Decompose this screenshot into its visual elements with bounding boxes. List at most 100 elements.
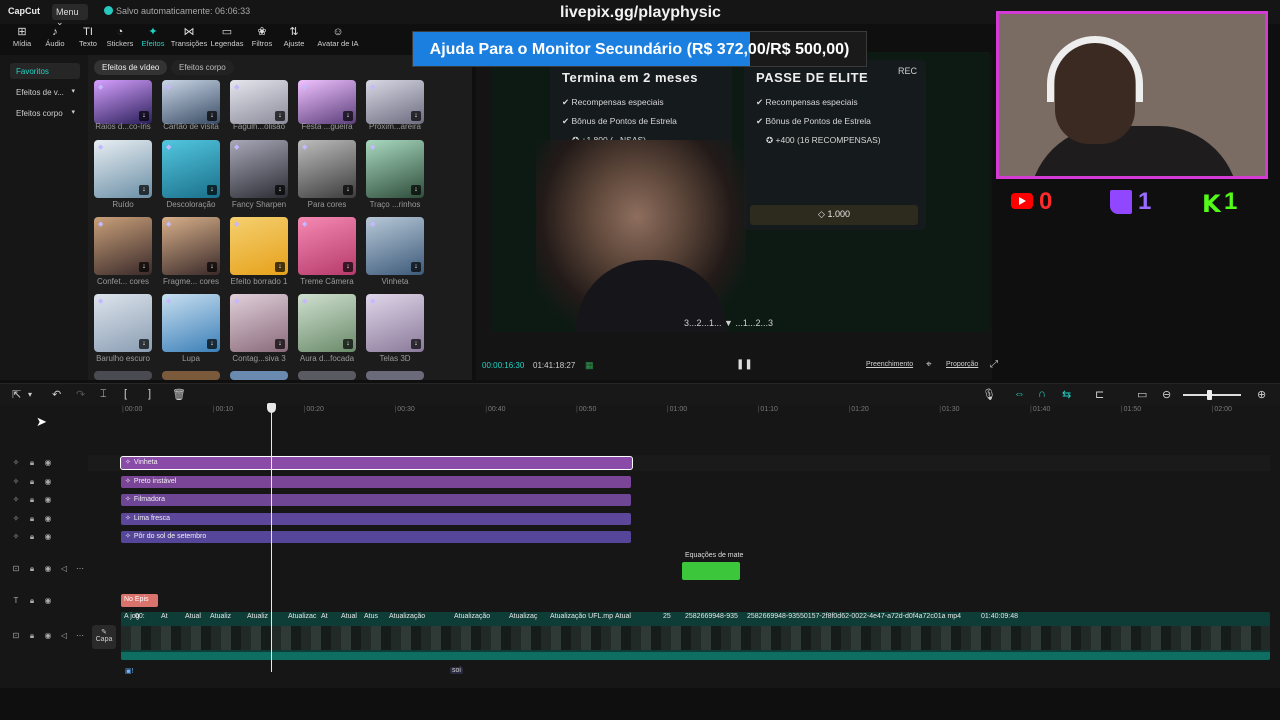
redo-icon[interactable]: ↷: [76, 388, 85, 401]
toolbar-transitions-button[interactable]: ⋈ Transições: [169, 26, 209, 48]
toolbar-captions-button[interactable]: ▭ Legendas: [207, 26, 247, 48]
download-icon[interactable]: ↓: [207, 185, 217, 195]
effect-thumbnail[interactable]: [162, 371, 220, 380]
toolbar-ai-avatar-button[interactable]: ☺ Avatar de IA: [313, 26, 363, 48]
effect-thumbnail[interactable]: ◆ ↓: [298, 217, 356, 275]
download-icon[interactable]: ↓: [207, 262, 217, 272]
download-icon[interactable]: ↓: [139, 185, 149, 195]
download-icon[interactable]: ↓: [275, 339, 285, 349]
effect-thumbnail[interactable]: ◆ ↓: [298, 294, 356, 352]
effect-thumbnail[interactable]: ◆ ↓: [366, 294, 424, 352]
effect-thumbnail[interactable]: ◆ ↓: [94, 140, 152, 198]
effect-thumbnail[interactable]: ◆ ↓: [162, 80, 220, 124]
eye-icon[interactable]: ◉: [40, 564, 56, 573]
eye-icon[interactable]: ◉: [40, 532, 56, 541]
speaker-icon[interactable]: ◁: [56, 631, 72, 640]
download-icon[interactable]: ↓: [275, 111, 285, 121]
toolbar-effects-button[interactable]: ✦ Efeitos: [133, 26, 173, 48]
download-icon[interactable]: ↓: [343, 111, 353, 121]
lock-icon[interactable]: 🔒︎: [24, 596, 40, 606]
effect-thumbnail[interactable]: [366, 371, 424, 380]
download-icon[interactable]: ↓: [343, 262, 353, 272]
aspect-ratio-button[interactable]: Proporção: [946, 361, 978, 368]
zoom-slider[interactable]: [1183, 394, 1241, 396]
cover-button[interactable]: ✎ Capa: [92, 625, 116, 649]
effect-clip[interactable]: ✧ Preto instável: [121, 476, 631, 488]
zoom-slider-knob[interactable]: [1207, 390, 1212, 400]
effect-thumbnail[interactable]: [230, 371, 288, 380]
magnet-icon[interactable]: ∩: [1038, 388, 1046, 400]
lock-icon[interactable]: 🔒︎: [24, 564, 40, 574]
sidebar-item-favorites[interactable]: Favoritos: [10, 63, 80, 79]
effect-thumbnail[interactable]: ◆ ↓: [366, 217, 424, 275]
download-icon[interactable]: ↓: [411, 111, 421, 121]
video-preview[interactable]: Termina em 2 meses ✔ Recompensas especia…: [492, 52, 990, 332]
playhead[interactable]: [271, 404, 272, 672]
download-icon[interactable]: ↓: [411, 339, 421, 349]
snap-icon[interactable]: ⇆: [1062, 388, 1071, 401]
effect-thumbnail[interactable]: [94, 371, 152, 380]
download-icon[interactable]: ↓: [275, 185, 285, 195]
zoom-in-icon[interactable]: ⊕: [1257, 388, 1266, 401]
eye-icon[interactable]: ◉: [40, 458, 56, 467]
lock-icon[interactable]: 🔒︎: [24, 495, 40, 505]
eye-icon[interactable]: ◉: [40, 495, 56, 504]
trim-left-icon[interactable]: [: [124, 388, 127, 400]
download-icon[interactable]: ↓: [411, 262, 421, 272]
text-clip[interactable]: No Epis: [121, 594, 158, 607]
effect-thumbnail[interactable]: ◆ ↓: [162, 294, 220, 352]
effect-thumbnail[interactable]: ◆ ↓: [366, 80, 424, 124]
effect-clip[interactable]: ✧ Lima fresca: [121, 513, 631, 525]
more-icon[interactable]: ⋯: [72, 564, 88, 573]
crop-icon[interactable]: ⌖: [926, 359, 932, 370]
download-icon[interactable]: ↓: [207, 111, 217, 121]
split-icon[interactable]: ⌶: [100, 388, 107, 401]
tab-video-effects[interactable]: Efeitos de vídeo: [94, 60, 168, 75]
lock-icon[interactable]: 🔒︎: [24, 631, 40, 641]
sidebar-item-video-effects[interactable]: Efeitos de v... ▾: [10, 84, 80, 100]
effect-thumbnail[interactable]: ◆ ↓: [298, 140, 356, 198]
effect-thumbnail[interactable]: [298, 371, 356, 380]
speaker-icon[interactable]: ◁: [56, 564, 72, 573]
effect-thumbnail[interactable]: ◆ ↓: [94, 80, 152, 124]
effect-thumbnail[interactable]: ◆ ↓: [230, 217, 288, 275]
lock-icon[interactable]: 🔒︎: [24, 458, 40, 468]
grid-icon[interactable]: ▦: [585, 360, 594, 371]
trim-right-icon[interactable]: ]: [148, 388, 151, 400]
toolbar-adjust-button[interactable]: ⇅ Ajuste: [274, 26, 314, 48]
preview-axis-icon[interactable]: ⊏: [1095, 388, 1104, 401]
main-video-track[interactable]: A jog 00: At Atual Atualiz Atualiz Atualizac At…: [121, 612, 1270, 660]
effect-thumbnail[interactable]: ◆ ↓: [366, 140, 424, 198]
fullscreen-icon[interactable]: ⤢: [990, 359, 998, 370]
effect-thumbnail[interactable]: ◆ ↓: [230, 294, 288, 352]
lock-icon[interactable]: 🔒︎: [24, 514, 40, 524]
eye-icon[interactable]: ◉: [40, 596, 56, 605]
chevron-down-icon[interactable]: ▾: [28, 390, 32, 399]
download-icon[interactable]: ↓: [139, 111, 149, 121]
tab-body-effects[interactable]: Efeitos corpo: [171, 60, 234, 75]
more-icon[interactable]: ⋯: [72, 631, 88, 640]
download-icon[interactable]: ↓: [207, 339, 217, 349]
download-icon[interactable]: ↓: [139, 262, 149, 272]
eye-icon[interactable]: ◉: [40, 514, 56, 523]
download-icon[interactable]: ↓: [343, 185, 353, 195]
effect-clip[interactable]: ✧ Vinheta: [120, 456, 633, 470]
download-icon[interactable]: ↓: [343, 339, 353, 349]
download-icon[interactable]: ↓: [139, 339, 149, 349]
effect-thumbnail[interactable]: ◆ ↓: [230, 80, 288, 124]
delete-icon[interactable]: 🗑: [172, 388, 186, 401]
select-tool-icon[interactable]: ⇱: [12, 388, 21, 401]
effect-thumbnail[interactable]: ◆ ↓: [298, 80, 356, 124]
effect-thumbnail[interactable]: ◆ ↓: [162, 140, 220, 198]
effect-thumbnail[interactable]: ◆ ↓: [162, 217, 220, 275]
menu-button[interactable]: Menu ⌄: [52, 4, 88, 27]
download-icon[interactable]: ↓: [411, 185, 421, 195]
download-icon[interactable]: ↓: [275, 262, 285, 272]
effect-thumbnail[interactable]: ◆ ↓: [94, 294, 152, 352]
sidebar-item-body-effects[interactable]: Efeitos corpo ▾: [10, 105, 80, 121]
eye-icon[interactable]: ◉: [40, 631, 56, 640]
playhead-handle[interactable]: [267, 403, 276, 413]
lock-icon[interactable]: 🔒︎: [24, 477, 40, 487]
microphone-icon[interactable]: 🎙: [982, 388, 996, 401]
effect-thumbnail[interactable]: ◆ ↓: [230, 140, 288, 198]
